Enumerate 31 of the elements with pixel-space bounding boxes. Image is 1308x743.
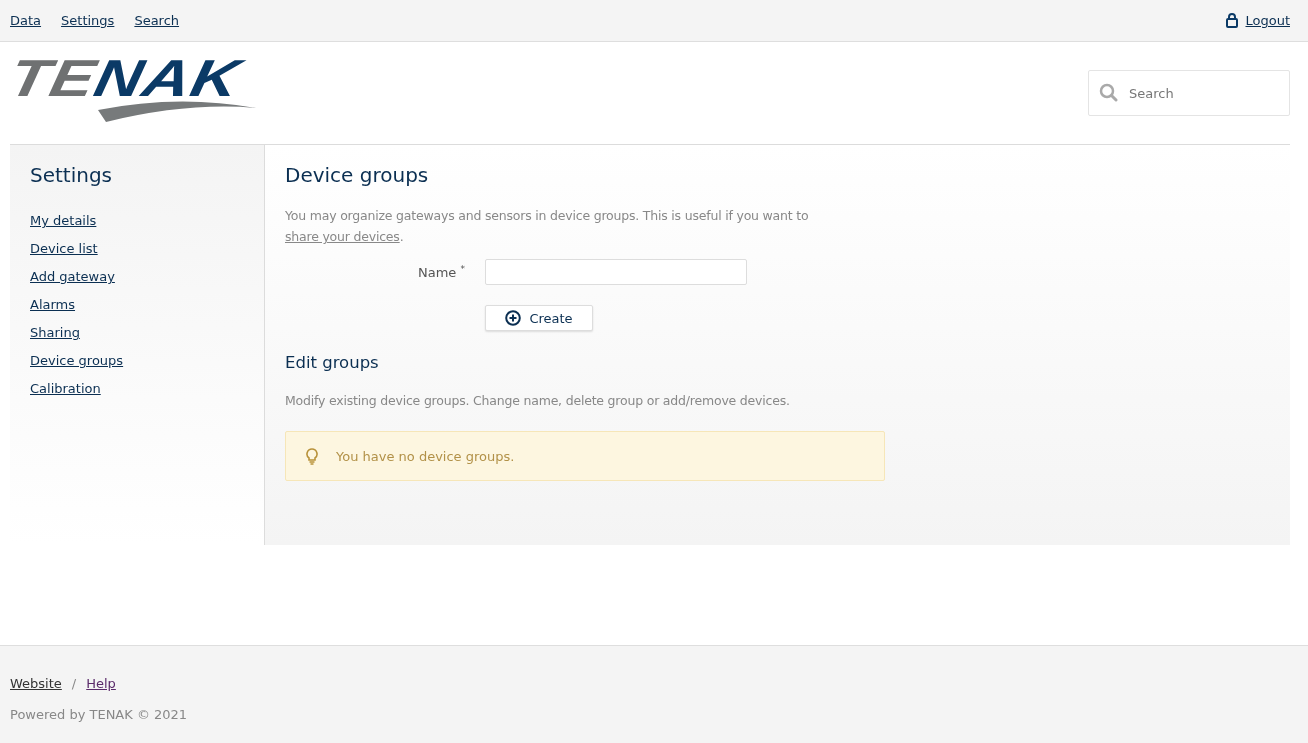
sidebar-link[interactable]: Device list xyxy=(30,235,98,263)
logo[interactable]: TENAK xyxy=(10,56,266,124)
sidebar-link[interactable]: Sharing xyxy=(30,319,80,347)
plus-circle-icon xyxy=(505,310,522,326)
section-title: Device groups xyxy=(285,163,430,187)
description-text: You may organize gateways and sensors in device groups. This is useful if you want to share your devices. xyxy=(285,207,810,246)
footer-link[interactable]: Website xyxy=(10,676,62,691)
logout-link[interactable]: Logout xyxy=(1245,13,1290,28)
footer-link[interactable]: Help xyxy=(86,676,116,691)
section-title: Edit groups xyxy=(285,353,380,372)
copyright-text: Powered by TENAK © 2021 xyxy=(10,707,189,722)
search-field[interactable]: Search xyxy=(1088,70,1290,116)
lightbulb-icon xyxy=(306,447,318,465)
sidebar-link[interactable]: Add gateway xyxy=(30,263,115,291)
sidebar-link[interactable]: Alarms xyxy=(30,291,76,319)
sidebar-link[interactable]: My details xyxy=(30,207,97,235)
name-field[interactable] xyxy=(485,259,747,285)
sidebar-link[interactable]: Device groups xyxy=(30,347,124,375)
nav-link[interactable]: Data xyxy=(10,13,42,28)
notice-text: You have no device groups. xyxy=(336,448,515,464)
nav-link[interactable]: Settings xyxy=(61,13,115,28)
sidebar-title: Settings xyxy=(30,163,113,187)
sidebar-link[interactable]: Calibration xyxy=(30,375,101,403)
search-icon xyxy=(1099,83,1118,102)
nav-link[interactable]: Search xyxy=(134,13,180,28)
lock-icon xyxy=(1226,13,1239,28)
field-label: Name $^{*}$ xyxy=(417,263,466,281)
description-text: Modify existing device groups. Change name, delete group or add/remove devices. xyxy=(285,392,791,410)
share-link[interactable]: share your devices xyxy=(285,229,400,244)
create-button[interactable]: Create xyxy=(485,305,593,331)
separator: / xyxy=(71,676,77,691)
